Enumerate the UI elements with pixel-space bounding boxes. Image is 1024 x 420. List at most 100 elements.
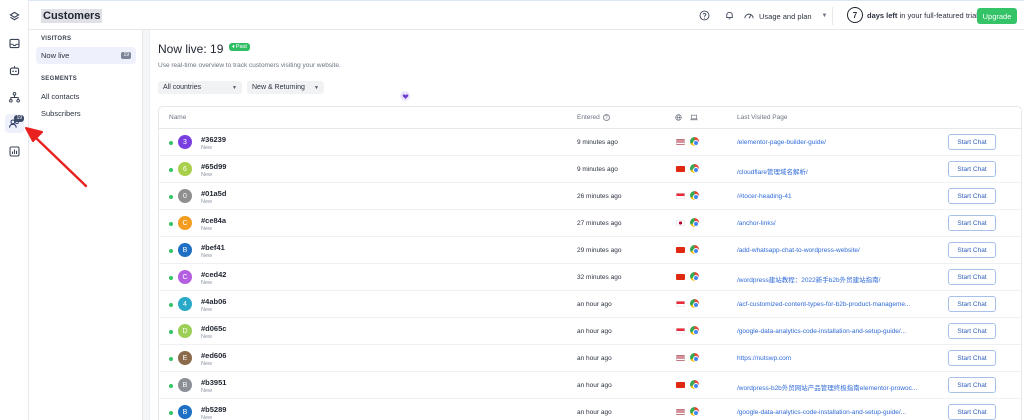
table-row[interactable]: E #ed606 New an hour ago https://nutswp.… xyxy=(159,345,1021,372)
rail-flows-button[interactable] xyxy=(5,88,24,107)
start-chat-button[interactable]: Start Chat xyxy=(948,161,996,177)
entered-time: an hour ago xyxy=(577,382,612,389)
visitor-id[interactable]: #bef41 xyxy=(201,243,225,252)
online-dot xyxy=(169,411,173,415)
table-row[interactable]: B #b3951 New an hour ago /wordpress-b2b外… xyxy=(159,372,1021,399)
table-row[interactable]: D #d065c New an hour ago /google-data-an… xyxy=(159,318,1021,345)
now-live-title: Now live: 19 xyxy=(158,42,224,56)
question-icon[interactable]: ? xyxy=(602,114,610,121)
visitors-section-title: VISITORS xyxy=(41,36,72,42)
visitor-type-filter-select[interactable]: New & Returning ▼ xyxy=(247,81,324,94)
sidebar-item-label: All contacts xyxy=(41,92,80,101)
rail-inbox-button[interactable] xyxy=(5,34,24,53)
last-visited-page-link[interactable]: https://nutswp.com xyxy=(737,355,947,362)
sidebar-item-subscribers[interactable]: Subscribers xyxy=(36,105,136,122)
last-visited-page-link[interactable]: /google-data-analytics-code-installation… xyxy=(737,328,947,335)
country-filter-select[interactable]: All countries ▼ xyxy=(158,81,242,94)
last-visited-page-link[interactable]: /acf-customized-content-types-for-b2b-pr… xyxy=(737,301,947,308)
sidebar-item-now-live[interactable]: Now live 19 xyxy=(36,47,136,64)
last-visited-page-link[interactable]: /add-whatsapp-chat-to-wordpress-website/ xyxy=(737,247,947,254)
start-chat-button[interactable]: Start Chat xyxy=(948,404,996,420)
rail-analytics-button[interactable] xyxy=(5,142,24,161)
chrome-icon xyxy=(690,326,699,335)
sidebar-item-all-contacts[interactable]: All contacts xyxy=(36,88,136,105)
usage-and-plan-menu[interactable]: Usage and plan ▼ xyxy=(743,9,828,23)
avatar: B xyxy=(178,405,192,419)
trial-days-bold: days left xyxy=(867,10,898,20)
rail-dashboard-button[interactable] xyxy=(5,7,24,26)
chevron-down-icon: ▼ xyxy=(232,84,237,91)
start-chat-button[interactable]: Start Chat xyxy=(948,215,996,231)
country-flag-icon xyxy=(676,247,685,253)
country-flag-icon xyxy=(676,409,685,415)
table-row[interactable]: C #ce84a New 27 minutes ago /anchor-link… xyxy=(159,210,1021,237)
table-row[interactable]: 4 #4ab06 New an hour ago /acf-customized… xyxy=(159,291,1021,318)
visitor-id[interactable]: #b3951 xyxy=(201,378,226,387)
online-dot xyxy=(169,384,173,388)
visitor-id[interactable]: #ed606 xyxy=(201,351,226,360)
visitor-status: New xyxy=(201,172,213,178)
online-dot xyxy=(169,357,173,361)
table-body: 3 #36239 New 9 minutes ago /elementor-pa… xyxy=(159,129,1021,420)
chrome-icon xyxy=(690,191,699,200)
last-visited-page-link[interactable]: /elementor-page-builder-guide/ xyxy=(737,139,947,146)
rail-bot-button[interactable] xyxy=(5,61,24,80)
upgrade-button[interactable]: Upgrade xyxy=(977,8,1017,24)
last-visited-page-link[interactable]: /wordpress-b2b外贸网站产品管理终极指南elementor-prow… xyxy=(737,382,947,392)
online-dot xyxy=(169,168,173,172)
table-row[interactable]: 3 #36239 New 9 minutes ago /elementor-pa… xyxy=(159,129,1021,156)
start-chat-button[interactable]: Start Chat xyxy=(948,350,996,366)
page-title: Customers xyxy=(41,9,103,23)
start-chat-button[interactable]: Start Chat xyxy=(948,269,996,285)
table-row[interactable]: B #bef41 New 29 minutes ago /add-whatsap… xyxy=(159,237,1021,264)
bell-icon[interactable] xyxy=(724,10,735,21)
start-chat-button[interactable]: Start Chat xyxy=(948,242,996,258)
entered-time: 9 minutes ago xyxy=(577,139,618,146)
start-chat-button[interactable]: Start Chat xyxy=(948,134,996,150)
last-visited-page-link[interactable]: /google-data-analytics-code-installation… xyxy=(737,409,947,416)
rail-customers-button[interactable]: 19 xyxy=(5,114,24,133)
visitor-id[interactable]: #36239 xyxy=(201,135,226,144)
last-visited-page-link[interactable]: /cloudflare管理域名解析/ xyxy=(737,166,947,176)
start-chat-button[interactable]: Start Chat xyxy=(948,188,996,204)
col-entered-label: Entered xyxy=(577,114,600,121)
avatar: D xyxy=(178,324,192,338)
help-icon[interactable] xyxy=(699,10,710,21)
table-row[interactable]: 6 #65d99 New 9 minutes ago /cloudflare管理… xyxy=(159,156,1021,183)
table-row[interactable]: B #b5289 New an hour ago /google-data-an… xyxy=(159,399,1021,420)
start-chat-button[interactable]: Start Chat xyxy=(948,296,996,312)
country-flag-icon xyxy=(676,328,685,334)
entered-time: 29 minutes ago xyxy=(577,247,622,254)
start-chat-button[interactable]: Start Chat xyxy=(948,377,996,393)
last-visited-page-link[interactable]: /#tocer-heading-41 xyxy=(737,193,947,200)
chevron-down-icon: ▼ xyxy=(821,13,828,19)
bot-icon xyxy=(9,66,20,76)
chrome-icon xyxy=(690,137,699,146)
visitor-id[interactable]: #b5289 xyxy=(201,405,226,414)
visitor-id[interactable]: #d065c xyxy=(201,324,226,333)
speedometer-icon xyxy=(744,13,754,19)
visitor-id[interactable]: #ce84a xyxy=(201,216,226,225)
page-subtitle: Use real-time overview to track customer… xyxy=(158,62,341,69)
sidebar-item-label: Subscribers xyxy=(41,109,81,118)
visitor-status: New xyxy=(201,361,213,367)
col-page-label: Last Visited Page xyxy=(737,114,788,121)
visitor-status: New xyxy=(201,388,213,394)
visitor-id[interactable]: #4ab06 xyxy=(201,297,226,306)
table-row[interactable]: 0 #01a5d New 26 minutes ago /#tocer-head… xyxy=(159,183,1021,210)
visitor-status: New xyxy=(201,145,213,151)
paid-badge-label: Paid xyxy=(235,44,247,50)
start-chat-button[interactable]: Start Chat xyxy=(948,323,996,339)
visitor-id[interactable]: #01a5d xyxy=(201,189,226,198)
table-row[interactable]: C #ced42 New 32 minutes ago /wordpress建站… xyxy=(159,264,1021,291)
inbox-icon xyxy=(9,38,20,49)
visitor-id[interactable]: #ced42 xyxy=(201,270,226,279)
now-live-panel: Now live: 19 ♦ Paid Use real-time overvi… xyxy=(149,30,1024,420)
avatar: C xyxy=(178,216,192,230)
visitor-id[interactable]: #65d99 xyxy=(201,162,226,171)
last-visited-page-link[interactable]: /wordpress建站教程：2022新手b2b外贸建站指南/ xyxy=(737,274,947,284)
country-flag-icon xyxy=(676,220,685,226)
chevron-down-icon: ▼ xyxy=(314,84,319,91)
chrome-icon xyxy=(690,245,699,254)
last-visited-page-link[interactable]: /anchor-links/ xyxy=(737,220,947,227)
